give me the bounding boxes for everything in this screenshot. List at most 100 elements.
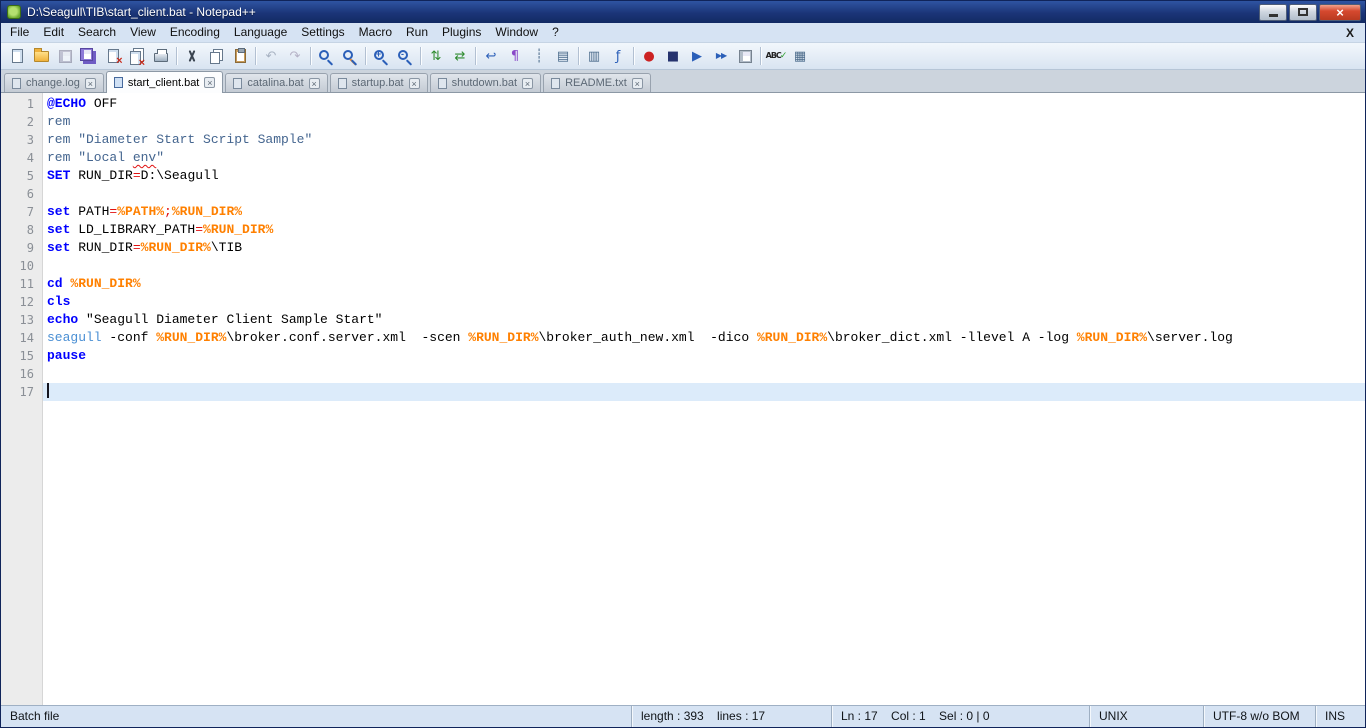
status-encoding: UTF-8 w/o BOM xyxy=(1203,706,1315,727)
macro-record-button[interactable]: ● xyxy=(637,45,661,67)
tab-shutdown-bat[interactable]: shutdown.bat × xyxy=(429,73,542,92)
replace-button[interactable] xyxy=(338,45,362,67)
tab-close-icon[interactable]: × xyxy=(308,77,320,89)
line-number: 17 xyxy=(19,385,34,399)
close-all-button[interactable] xyxy=(125,45,149,69)
tab-close-icon[interactable]: × xyxy=(204,77,216,88)
cut-button[interactable] xyxy=(180,45,204,67)
copy-button[interactable] xyxy=(204,45,228,67)
menu-window[interactable]: Window xyxy=(488,23,545,42)
line-number: 16 xyxy=(19,367,34,381)
open-button[interactable] xyxy=(29,45,53,67)
tab-label: startup.bat xyxy=(351,77,404,89)
menu-file[interactable]: File xyxy=(3,23,36,42)
save-button[interactable] xyxy=(53,45,77,67)
line-number: 8 xyxy=(26,223,34,237)
macro-run-multiple-icon: ▶▶ xyxy=(715,51,727,60)
line-number: 3 xyxy=(26,133,34,147)
zoom-in-button[interactable] xyxy=(369,45,393,67)
tab-catalina-bat[interactable]: catalina.bat × xyxy=(225,73,328,92)
close-icon xyxy=(107,49,123,67)
paste-icon xyxy=(234,48,246,63)
notepad-plus-plus-icon xyxy=(7,5,21,19)
define-language-button[interactable]: ▤ xyxy=(551,45,575,67)
menu-help[interactable]: ? xyxy=(545,23,566,42)
toolbar-separator xyxy=(310,47,311,65)
word-wrap-button[interactable]: ↩ xyxy=(479,45,503,67)
toolbar-separator xyxy=(578,47,579,65)
document-map-icon: ▥ xyxy=(587,48,601,64)
new-file-icon xyxy=(11,49,23,63)
define-language-icon: ▤ xyxy=(556,48,570,64)
menubar-close-button[interactable]: X xyxy=(1337,26,1363,40)
line-number: 9 xyxy=(26,241,34,255)
replace-icon xyxy=(342,49,353,60)
tab-close-icon[interactable]: × xyxy=(631,77,643,89)
doc-switcher-button[interactable]: ▦ xyxy=(788,45,812,67)
menu-plugins[interactable]: Plugins xyxy=(435,23,488,42)
tab-label: shutdown.bat xyxy=(451,77,518,89)
show-all-characters-button[interactable]: ¶ xyxy=(503,45,527,67)
tab-close-icon[interactable]: × xyxy=(408,77,420,89)
spell-check-button[interactable]: ABC xyxy=(764,45,788,67)
tab-start-client-bat[interactable]: start_client.bat × xyxy=(105,71,224,93)
function-list-button[interactable]: ƒ xyxy=(606,45,630,67)
menu-run[interactable]: Run xyxy=(399,23,435,42)
toolbar-separator xyxy=(255,47,256,65)
code-line-12: cls xyxy=(47,294,71,309)
new-file-button[interactable] xyxy=(5,45,29,67)
code-line-11: cd %RUN_DIR% xyxy=(47,276,141,291)
sync-horizontal-button[interactable]: ⇄ xyxy=(448,45,472,67)
tab-close-icon[interactable]: × xyxy=(522,77,534,89)
tab-change-log[interactable]: change.log × xyxy=(4,73,104,92)
close-button[interactable]: × xyxy=(1319,3,1361,21)
redo-icon: ↷ xyxy=(289,48,301,64)
find-button[interactable] xyxy=(314,45,338,67)
menu-edit[interactable]: Edit xyxy=(36,23,71,42)
redo-button[interactable]: ↷ xyxy=(283,45,307,67)
maximize-button[interactable] xyxy=(1289,3,1317,21)
macro-play-button[interactable]: ▶ xyxy=(685,45,709,67)
save-all-button[interactable] xyxy=(77,45,101,67)
menubar: File Edit Search View Encoding Language Settin… xyxy=(1,23,1365,43)
macro-stop-button[interactable]: ■ xyxy=(661,45,685,67)
editor[interactable]: 1 2 3 4 5 6 7 8 9 10 11 12 13 14 15 16 17 @ECHO OFF rem re… xyxy=(1,93,1365,705)
document-map-button[interactable]: ▥ xyxy=(582,45,606,67)
close-button[interactable] xyxy=(101,45,125,67)
menu-language[interactable]: Language xyxy=(227,23,294,42)
line-number: 2 xyxy=(26,115,34,129)
code-line-17 xyxy=(43,383,1365,401)
undo-button[interactable]: ↶ xyxy=(259,45,283,67)
menu-view[interactable]: View xyxy=(123,23,163,42)
status-eol-format: UNIX xyxy=(1089,706,1203,727)
menu-settings[interactable]: Settings xyxy=(294,23,351,42)
sync-vertical-button[interactable]: ⇅ xyxy=(424,45,448,67)
show-indent-guide-button[interactable]: ┊ xyxy=(527,45,551,67)
line-number-gutter[interactable]: 1 2 3 4 5 6 7 8 9 10 11 12 13 14 15 16 17 xyxy=(1,93,43,705)
tab-readme-txt[interactable]: README.txt × xyxy=(543,73,651,92)
tab-label: catalina.bat xyxy=(247,77,304,89)
notepad-plus-plus-window: D:\Seagull\TIB\start_client.bat - Notepa… xyxy=(0,0,1366,728)
macro-save-button[interactable] xyxy=(733,45,757,67)
tab-close-icon[interactable]: × xyxy=(84,77,96,89)
word-wrap-icon: ↩ xyxy=(485,48,497,64)
minimize-button[interactable] xyxy=(1259,3,1287,21)
tab-label: change.log xyxy=(26,77,80,89)
code-area[interactable]: @ECHO OFF rem rem "Diameter Start Script S… xyxy=(43,93,1365,705)
menu-encoding[interactable]: Encoding xyxy=(163,23,227,42)
macro-run-multiple-button[interactable]: ▶▶ xyxy=(709,45,733,67)
doc-switcher-icon: ▦ xyxy=(793,48,807,64)
print-button[interactable] xyxy=(149,45,173,67)
toolbar-separator xyxy=(475,47,476,65)
paste-button[interactable] xyxy=(228,45,252,67)
macro-save-icon xyxy=(738,49,752,63)
menu-macro[interactable]: Macro xyxy=(352,23,399,42)
code-line-4: rem "Local env" xyxy=(47,150,165,165)
document-icon xyxy=(233,77,243,89)
zoom-out-button[interactable] xyxy=(393,45,417,67)
open-icon xyxy=(33,47,49,62)
tab-startup-bat[interactable]: startup.bat × xyxy=(329,73,428,92)
menu-search[interactable]: Search xyxy=(71,23,123,42)
zoom-in-icon xyxy=(373,49,384,60)
